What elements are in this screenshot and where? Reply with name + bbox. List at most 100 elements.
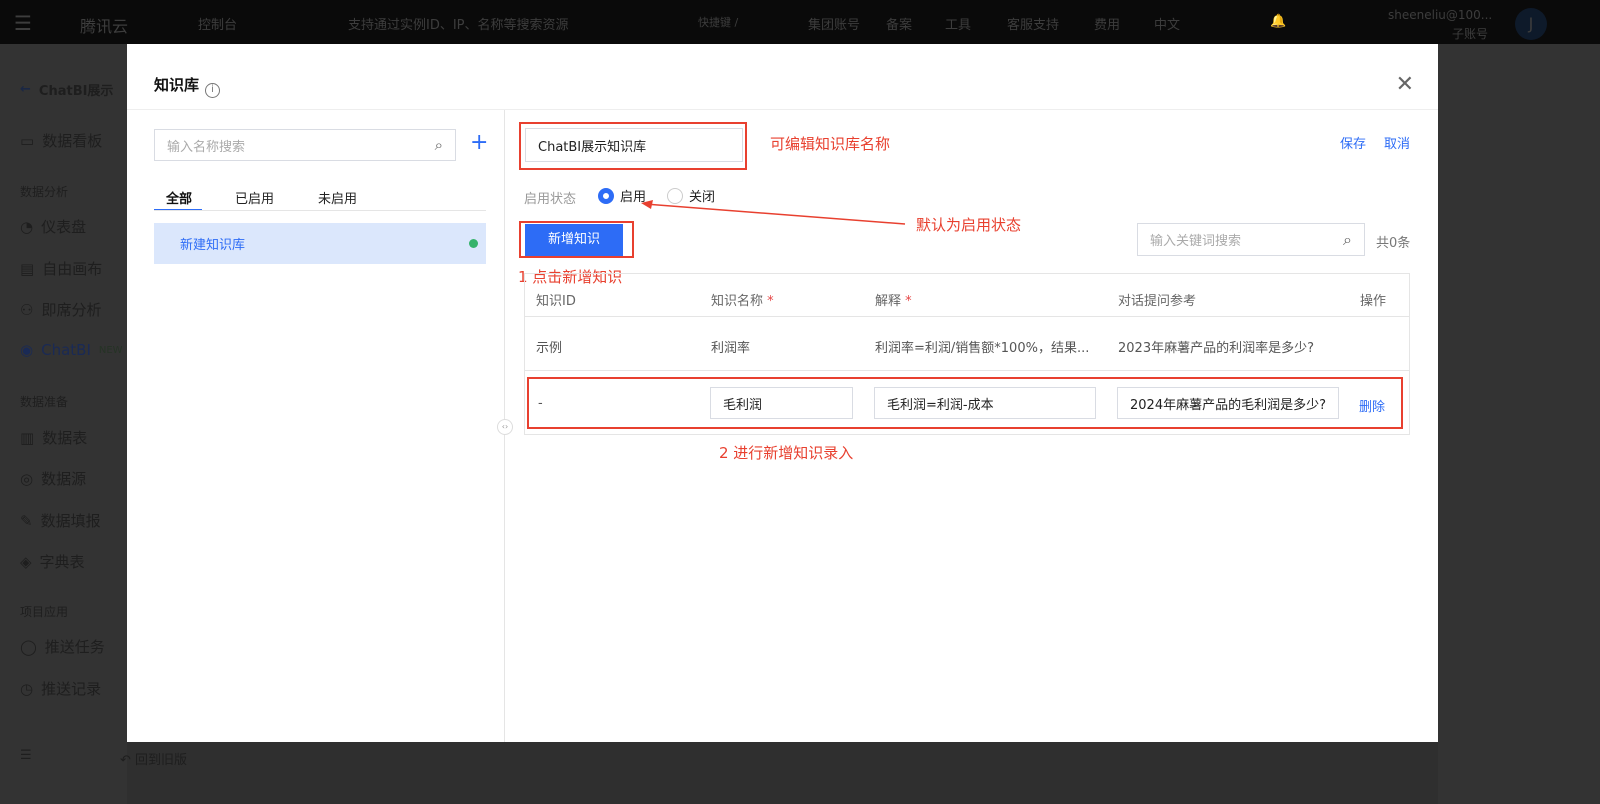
example-question: 2023年麻薯产品的利润率是多少? <box>1118 341 1314 356</box>
history-icon: ◷ <box>20 679 34 698</box>
sidebar-item-push-records[interactable]: ◷ 推送记录 <box>20 678 101 699</box>
tab-divider <box>154 210 486 211</box>
page-background <box>1438 44 1600 804</box>
global-search[interactable]: 支持通过实例ID、IP、名称等搜索资源 <box>348 14 569 33</box>
sidebar-item-push-tasks[interactable]: ◯ 推送任务 <box>20 636 105 657</box>
example-id: 示例 <box>536 341 563 356</box>
name-search-input[interactable]: 输入名称搜索 ⌕ <box>154 129 456 161</box>
bar-chart-icon: ▥ <box>20 428 35 447</box>
sidebar-item-chatbi[interactable]: ◉ ChatBI NEW <box>20 341 123 359</box>
sidebar-item-label: 推送任务 <box>44 638 105 656</box>
new-badge: NEW <box>98 344 123 356</box>
section-title: 项目应用 <box>20 605 69 619</box>
required-mark: * <box>767 294 774 309</box>
status-label: 启用状态 <box>524 192 577 207</box>
keyword-search-input[interactable]: 输入关键词搜索 ⌕ <box>1137 223 1365 256</box>
back-old-version[interactable]: ↶ 回到旧版 <box>120 749 187 768</box>
dictionary-icon: ◈ <box>20 552 32 571</box>
cancel-button[interactable]: 取消 <box>1384 133 1410 152</box>
shortcut-hint: 快捷键 / <box>698 16 739 29</box>
avatar[interactable]: J <box>1515 8 1547 40</box>
brand-logo[interactable]: 腾讯云 <box>80 13 128 37</box>
back-link[interactable]: ← ChatBI展示 <box>20 80 113 99</box>
annotation-box <box>527 377 1403 429</box>
tab-all[interactable]: 全部 <box>166 188 192 207</box>
sidebar-item-label: 数据看板 <box>42 132 103 150</box>
dialog-title-text: 知识库 <box>154 76 200 94</box>
section-title: 数据准备 <box>20 395 69 409</box>
radio-checked-icon <box>598 187 614 204</box>
column-label: 知识名称 <box>711 294 764 309</box>
datasource-icon: ◎ <box>20 469 34 488</box>
info-icon[interactable]: i <box>205 83 221 98</box>
canvas-icon: ▤ <box>20 259 35 278</box>
search-icon[interactable]: ⌕ <box>1343 230 1352 250</box>
nav-billing[interactable]: 费用 <box>1094 14 1120 33</box>
monitor-icon: ▭ <box>20 131 35 150</box>
arrow-left-icon: ← <box>20 82 31 97</box>
search-icon[interactable]: ⌕ <box>435 136 443 154</box>
tab-disabled[interactable]: 未启用 <box>318 188 357 207</box>
dialog-header: 知识库 i ✕ <box>127 44 1438 110</box>
sidebar-item-label: 字典表 <box>39 553 85 571</box>
sidebar: ← ChatBI展示 ▭ 数据看板 数据分析 ◔ 仪表盘 ▤ 自由画布 ⚇ 即席分析 ◉ C… <box>0 44 127 804</box>
knowledge-base-dialog: 知识库 i ✕ 输入名称搜索 ⌕ + 全部 已启用 未启用 新建知识库 ‹› Cha… <box>127 44 1438 742</box>
list-item-name: 新建知识库 <box>180 238 246 253</box>
resize-handle[interactable]: ‹› <box>497 419 513 435</box>
required-mark: * <box>905 294 912 309</box>
back-old-label: 回到旧版 <box>135 753 188 768</box>
save-button[interactable]: 保存 <box>1340 133 1366 152</box>
table-row-divider <box>524 370 1410 371</box>
sidebar-item-tables[interactable]: ▥ 数据表 <box>20 427 87 448</box>
tab-enabled[interactable]: 已启用 <box>235 188 274 207</box>
chat-icon: ◉ <box>20 341 34 359</box>
sidebar-item-sources[interactable]: ◎ 数据源 <box>20 468 86 489</box>
sidebar-item-canvas[interactable]: ▤ 自由画布 <box>20 258 102 279</box>
dialog-title: 知识库 i <box>154 74 221 98</box>
user-chart-icon: ⚇ <box>20 300 34 319</box>
nav-filing[interactable]: 备案 <box>886 14 912 33</box>
knowledge-base-list-pane: 输入名称搜索 ⌕ + 全部 已启用 未启用 新建知识库 <box>127 110 505 742</box>
sidebar-item-dictionary[interactable]: ◈ 字典表 <box>20 551 85 572</box>
list-item[interactable]: 新建知识库 <box>154 223 486 264</box>
annotation-box <box>519 221 634 258</box>
sidebar-item-label: ChatBI <box>41 341 91 359</box>
nav-tools[interactable]: 工具 <box>945 14 971 33</box>
user-role: 子账号 <box>1452 27 1489 41</box>
nav-language[interactable]: 中文 <box>1154 14 1180 33</box>
nav-group-account[interactable]: 集团账号 <box>808 14 860 33</box>
section-title: 数据分析 <box>20 185 69 199</box>
sidebar-item-label: 数据填报 <box>40 512 101 530</box>
table-header-divider <box>524 316 1410 317</box>
close-icon[interactable]: ✕ <box>1396 72 1414 97</box>
sidebar-item-label: 自由画布 <box>42 260 103 278</box>
placeholder: 输入名称搜索 <box>167 139 246 155</box>
message-icon: ◯ <box>20 637 37 656</box>
sidebar-item-dashboard[interactable]: ◔ 仪表盘 <box>20 216 86 237</box>
nav-support[interactable]: 客服支持 <box>1007 14 1059 33</box>
pen-icon: ✎ <box>20 511 33 530</box>
sidebar-item-label: 数据表 <box>42 429 88 447</box>
total-count: 共0条 <box>1376 236 1411 251</box>
sidebar-item-label: 数据源 <box>41 470 87 488</box>
annotation-arrow <box>641 200 906 225</box>
collapse-icon: ☰ <box>20 748 32 763</box>
sidebar-item-adhoc[interactable]: ⚇ 即席分析 <box>20 299 101 320</box>
sidebar-item-fill[interactable]: ✎ 数据填报 <box>20 510 101 531</box>
user-name[interactable]: sheeneliu@100... <box>1388 8 1492 22</box>
console-link[interactable]: 控制台 <box>198 14 237 33</box>
example-name: 利润率 <box>711 341 751 356</box>
sidebar-item-dashboard-board[interactable]: ▭ 数据看板 <box>20 130 102 151</box>
annotation-text: 2 进行新增知识录入 <box>719 444 854 462</box>
collapse-sidebar[interactable]: ☰ <box>20 748 32 763</box>
gauge-icon: ◔ <box>20 217 34 236</box>
placeholder: 输入关键词搜索 <box>1150 234 1242 249</box>
example-explain: 利润率=利润/销售额*100%，结果... <box>875 341 1090 356</box>
annotation-box <box>519 122 747 170</box>
column-label: 解释 <box>875 294 902 309</box>
annotation-text: 默认为启用状态 <box>916 216 1022 234</box>
add-knowledge-base-button[interactable]: + <box>470 130 488 155</box>
annotation-text: 可编辑知识库名称 <box>770 135 891 153</box>
bell-icon[interactable]: 🔔 <box>1270 14 1286 29</box>
menu-icon[interactable]: ☰ <box>14 11 32 35</box>
